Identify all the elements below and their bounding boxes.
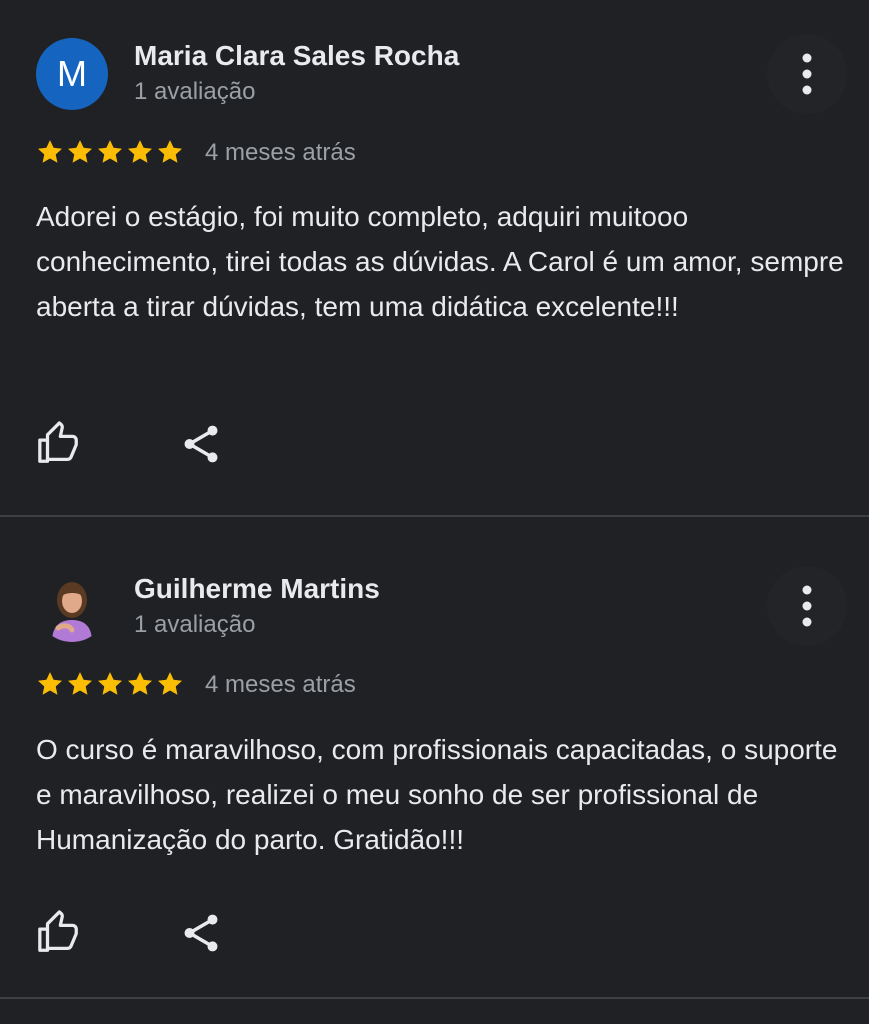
star-icon: [37, 140, 63, 163]
like-button[interactable]: [36, 910, 82, 956]
more-options-button[interactable]: [785, 42, 829, 106]
star-icon: [37, 672, 63, 695]
star-icon: [67, 672, 93, 695]
star-icon: [127, 140, 153, 163]
star-icon: [67, 140, 93, 163]
share-icon: [184, 914, 218, 952]
share-button[interactable]: [178, 421, 224, 467]
review-text: Adorei o estágio, foi muito completo, ad…: [36, 201, 844, 322]
more-vert-icon: [802, 585, 812, 627]
more-vert-icon: [802, 53, 812, 95]
star-rating: [36, 138, 184, 168]
review-count: 1 avaliação: [134, 78, 256, 105]
thumbs-up-icon: [38, 421, 78, 463]
share-icon: [184, 425, 218, 463]
star-icon: [97, 672, 123, 695]
review-count: 1 avaliação: [134, 611, 256, 638]
avatar[interactable]: [36, 570, 108, 642]
star-icon: [127, 672, 153, 695]
profile-photo: [36, 570, 108, 642]
star-icon: [97, 140, 123, 163]
star-rating: [36, 670, 184, 700]
reviewer-name[interactable]: Guilherme Martins: [134, 573, 380, 605]
review-card: M Maria Clara Sales Rocha 1 avaliação 4 …: [0, 0, 869, 517]
like-button[interactable]: [36, 421, 82, 467]
divider: [0, 997, 869, 999]
share-button[interactable]: [178, 910, 224, 956]
reviewer-name[interactable]: Maria Clara Sales Rocha: [134, 40, 459, 72]
review-card: Guilherme Martins 1 avaliação 4 meses at…: [0, 517, 869, 999]
star-icon: [157, 140, 183, 163]
star-icon: [157, 672, 183, 695]
review-text: O curso é maravilhoso, com profissionais…: [36, 734, 838, 855]
review-date: 4 meses atrás: [205, 139, 356, 166]
thumbs-up-icon: [38, 910, 78, 952]
avatar[interactable]: M: [36, 38, 108, 110]
more-options-button[interactable]: [785, 574, 829, 638]
review-date: 4 meses atrás: [205, 671, 356, 698]
